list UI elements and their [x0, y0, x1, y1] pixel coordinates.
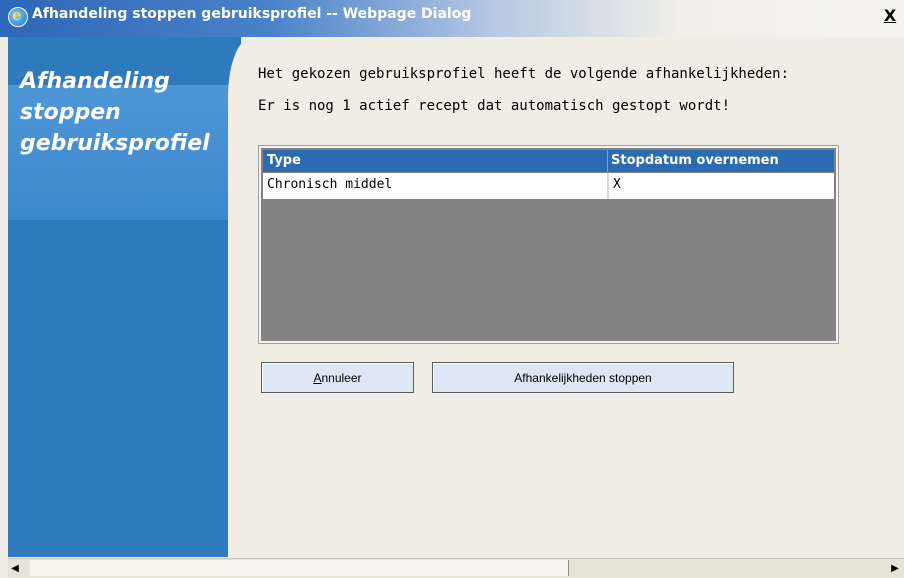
dependencies-table: Type Stopdatum overnemen Chronisch midde… — [258, 145, 839, 344]
close-button[interactable]: X — [882, 8, 898, 24]
cancel-button[interactable]: Annuleer — [261, 362, 414, 393]
table-header: Type Stopdatum overnemen — [263, 150, 834, 172]
stop-dependencies-button[interactable]: Afhankelijkheden stoppen — [432, 362, 734, 393]
sidebar-title: Afhandeling stoppen gebruiksprofiel — [20, 69, 210, 156]
cancel-label: nnuleer — [321, 370, 362, 385]
column-separator — [607, 150, 608, 172]
active-recipe-notice: Er is nog 1 actief recept dat automatisc… — [258, 98, 731, 114]
cell-stopdatum: X — [613, 177, 621, 192]
arrow-left-icon[interactable]: ◀ — [8, 562, 22, 576]
ie-icon: e — [8, 6, 28, 27]
cell-type: Chronisch middel — [267, 177, 393, 192]
column-header-stopdatum[interactable]: Stopdatum overnemen — [611, 153, 779, 168]
scroll-thumb[interactable] — [30, 560, 569, 576]
horizontal-scrollbar[interactable]: ◀ ▶ — [8, 558, 904, 578]
title-bar: e Afhandeling stoppen gebruiksprofiel --… — [0, 0, 904, 37]
dependencies-intro: Het gekozen gebruiksprofiel heeft de vol… — [258, 66, 790, 82]
window-title: Afhandeling stoppen gebruiksprofiel -- W… — [32, 6, 472, 22]
sidebar-curve — [228, 37, 254, 557]
window-left-edge — [0, 37, 8, 577]
table-row[interactable]: Chronisch middel X — [263, 173, 834, 199]
column-header-type[interactable]: Type — [267, 153, 301, 168]
cancel-mnemonic: A — [313, 370, 322, 385]
column-separator — [607, 173, 609, 199]
arrow-right-icon[interactable]: ▶ — [888, 562, 902, 576]
